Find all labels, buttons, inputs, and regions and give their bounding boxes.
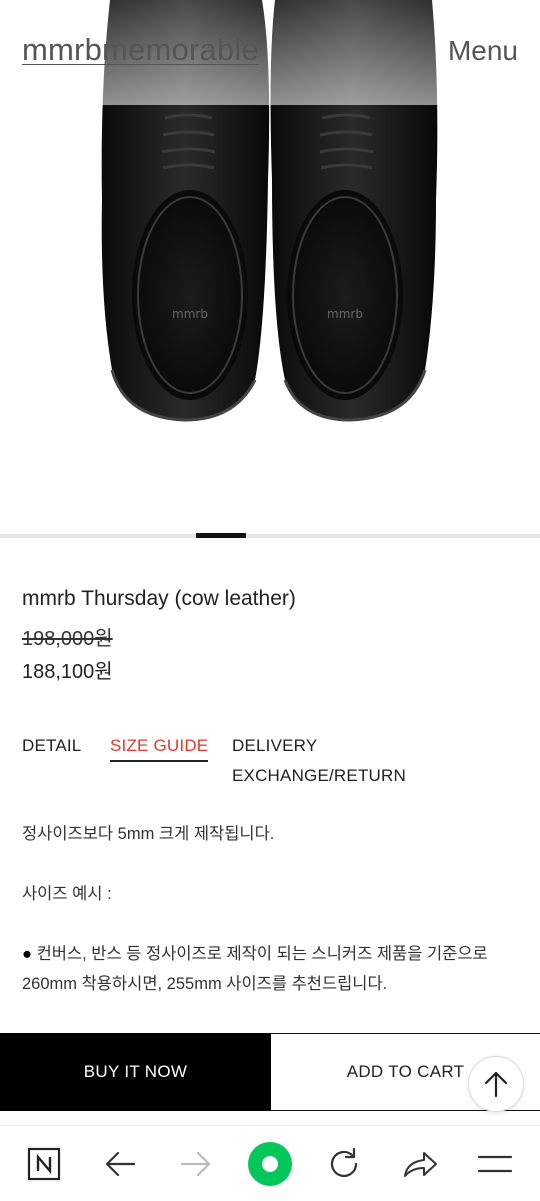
tab-size-guide[interactable]: SIZE GUIDE (110, 736, 209, 762)
back-button[interactable] (96, 1140, 144, 1188)
original-price: 198,000원 (22, 628, 113, 650)
image-slider-track[interactable] (0, 534, 540, 538)
insole-brand-left: mmrb (172, 307, 208, 321)
size-guide-line-2: 사이즈 예시 : (22, 885, 112, 903)
green-dot-button[interactable] (246, 1140, 294, 1188)
refresh-icon (330, 1147, 358, 1177)
product-image[interactable]: mmrb mmrb mmrbmemorable Menu (0, 0, 540, 532)
forward-button[interactable] (172, 1140, 220, 1188)
tab-detail[interactable]: DETAIL (22, 736, 81, 756)
tab-delivery[interactable]: DELIVERY (232, 736, 317, 756)
purchase-bar: BUY IT NOW ADD TO CART (0, 1033, 540, 1111)
back-arrow-icon (105, 1151, 136, 1177)
refresh-button[interactable] (320, 1140, 368, 1188)
share-button[interactable] (396, 1140, 444, 1188)
forward-arrow-icon (180, 1151, 211, 1177)
product-name: mmrb Thursday (cow leather) (22, 587, 296, 610)
sale-price: 188,100원 (22, 661, 113, 683)
insole-brand-right: mmrb (327, 307, 363, 321)
buy-now-button[interactable]: BUY IT NOW (0, 1033, 271, 1111)
naver-home-button[interactable] (20, 1140, 68, 1188)
browser-menu-button[interactable] (471, 1140, 519, 1188)
green-dot-icon (248, 1142, 292, 1186)
tab-exchange-return[interactable]: EXCHANGE/RETURN (232, 766, 406, 786)
bullet-icon: ● (22, 945, 32, 963)
site-logo[interactable]: mmrbmemorable (22, 32, 259, 68)
naver-n-icon (27, 1147, 61, 1181)
hamburger-menu-icon (477, 1155, 513, 1173)
share-icon (404, 1152, 437, 1177)
size-guide-line-3: ● 컨버스, 반스 등 정사이즈로 제작이 되는 스니커즈 제품을 기준으로 2… (22, 939, 522, 999)
image-slider-thumb[interactable] (196, 533, 246, 538)
size-guide-line-1: 정사이즈보다 5mm 크게 제작됩니다. (22, 825, 275, 843)
size-guide-line-3-text: 컨버스, 반스 등 정사이즈로 제작이 되는 스니커즈 제품을 기준으로 260… (22, 945, 488, 993)
browser-nav-bar (0, 1125, 540, 1201)
scroll-to-top-button[interactable] (468, 1056, 524, 1112)
menu-button[interactable]: Menu (448, 35, 518, 67)
arrow-up-icon (484, 1071, 508, 1098)
